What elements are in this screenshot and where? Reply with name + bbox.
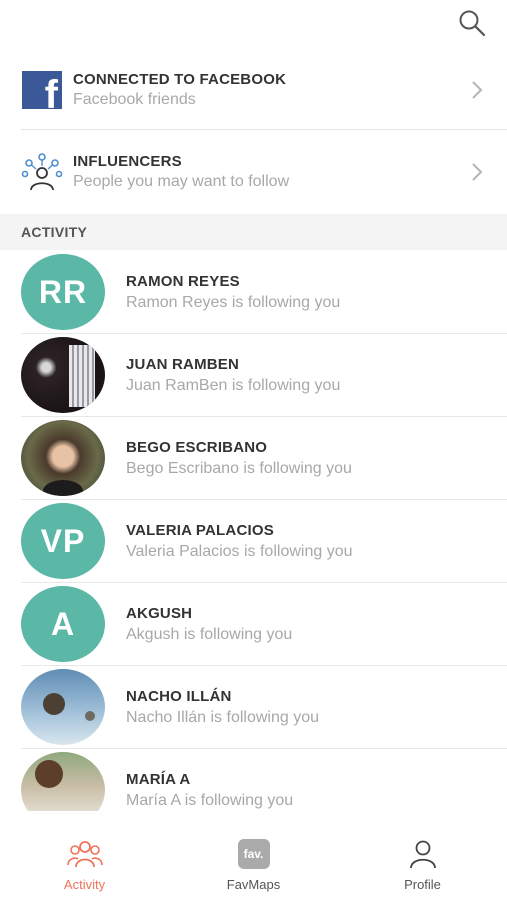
list-item-text: NACHO ILLÁN Nacho Illán is following you: [126, 688, 319, 727]
list-item-text: VALERIA PALACIOS Valeria Palacios is fol…: [126, 522, 352, 561]
influencers-text: INFLUENCERS People you may want to follo…: [73, 153, 465, 191]
facebook-subtitle: Facebook friends: [73, 90, 196, 108]
tab-profile-label: Profile: [404, 877, 441, 892]
facebook-text: CONNECTED TO FACEBOOK Facebook friends: [73, 71, 465, 109]
list-item-text: AKGUSH Akgush is following you: [126, 605, 292, 644]
facebook-row[interactable]: f CONNECTED TO FACEBOOK Facebook friends: [21, 50, 507, 130]
list-item[interactable]: VP VALERIA PALACIOS Valeria Palacios is …: [21, 500, 507, 583]
activity-description: Nacho Illán is following you: [126, 708, 319, 726]
activity-list[interactable]: RR RAMON REYES Ramon Reyes is following …: [0, 251, 507, 811]
chevron-right-icon: [472, 80, 483, 99]
list-item-text: JUAN RAMBEN Juan RamBen is following you: [126, 356, 340, 395]
activity-description: Ramon Reyes is following you: [126, 293, 341, 311]
avatar[interactable]: [21, 420, 105, 496]
list-item[interactable]: NACHO ILLÁN Nacho Illán is following you: [21, 666, 507, 749]
activity-description: María A is following you: [126, 791, 294, 809]
user-name: MARÍA A: [126, 770, 191, 788]
tab-activity[interactable]: Activity: [0, 815, 169, 900]
activity-description: Juan RamBen is following you: [126, 376, 341, 394]
user-name: BEGO ESCRIBANO: [126, 438, 268, 456]
top-bar: [0, 0, 507, 44]
list-item[interactable]: A AKGUSH Akgush is following you: [21, 583, 507, 666]
bottom-navigation: Activity fav. FavMaps Profile: [0, 815, 507, 900]
influencers-icon: [21, 151, 63, 193]
avatar[interactable]: VP: [21, 503, 105, 579]
facebook-title: CONNECTED TO FACEBOOK: [73, 70, 287, 88]
list-item[interactable]: BEGO ESCRIBANO Bego Escribano is followi…: [21, 417, 507, 500]
activity-screen: f CONNECTED TO FACEBOOK Facebook friends: [0, 0, 507, 900]
avatar[interactable]: [21, 337, 105, 413]
facebook-icon: f: [21, 69, 63, 111]
favmaps-badge: fav.: [237, 839, 270, 869]
profile-icon: [405, 837, 441, 871]
list-item-text: MARÍA A María A is following you: [126, 771, 293, 810]
activity-description: Bego Escribano is following you: [126, 459, 352, 477]
people-icon: [66, 837, 103, 871]
user-name: NACHO ILLÁN: [126, 687, 232, 705]
activity-description: Valeria Palacios is following you: [126, 542, 353, 560]
tab-favmaps[interactable]: fav. FavMaps: [169, 815, 338, 900]
influencers-row[interactable]: INFLUENCERS People you may want to follo…: [21, 131, 507, 213]
tab-favmaps-label: FavMaps: [226, 877, 281, 892]
user-name: AKGUSH: [126, 604, 193, 622]
avatar[interactable]: [21, 669, 105, 745]
tab-activity-label: Activity: [63, 877, 106, 892]
list-item-text: RAMON REYES Ramon Reyes is following you: [126, 273, 340, 312]
avatar[interactable]: A: [21, 586, 105, 662]
user-name: VALERIA PALACIOS: [126, 521, 274, 539]
influencers-subtitle: People you may want to follow: [73, 173, 290, 190]
section-header-activity: ACTIVITY: [0, 214, 507, 250]
chevron-right-icon: [472, 163, 483, 181]
search-icon[interactable]: [457, 8, 487, 38]
avatar[interactable]: [21, 752, 105, 811]
list-item-text: BEGO ESCRIBANO Bego Escribano is followi…: [126, 439, 352, 478]
user-name: JUAN RAMBEN: [126, 355, 240, 373]
list-item[interactable]: RR RAMON REYES Ramon Reyes is following …: [21, 251, 507, 334]
list-item[interactable]: JUAN RAMBEN Juan RamBen is following you: [21, 334, 507, 417]
user-name: RAMON REYES: [126, 272, 240, 290]
activity-description: Akgush is following you: [126, 625, 293, 643]
tab-profile[interactable]: Profile: [338, 815, 507, 900]
influencers-title: INFLUENCERS: [73, 153, 182, 170]
list-item[interactable]: MARÍA A María A is following you: [21, 749, 507, 811]
avatar[interactable]: RR: [21, 254, 105, 330]
favmaps-icon: fav.: [236, 837, 272, 871]
